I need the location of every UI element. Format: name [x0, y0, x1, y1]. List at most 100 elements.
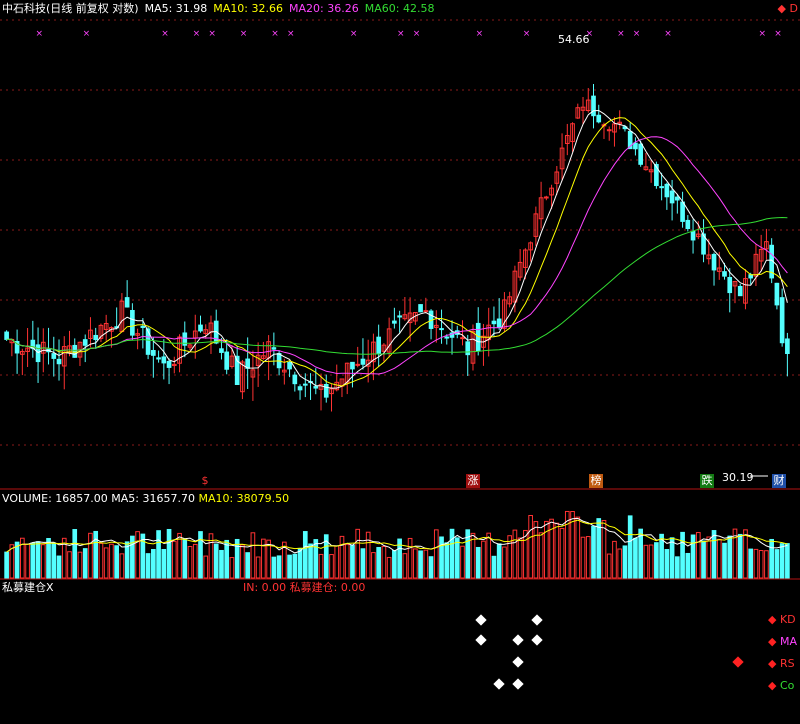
volume-bar: [88, 532, 93, 579]
volume-bar: [549, 518, 554, 579]
ma10-line: [6, 117, 788, 387]
volume-bar: [743, 529, 748, 579]
volume-bar: [276, 555, 282, 579]
tag-cai[interactable]: 财: [772, 474, 786, 488]
stock-chart[interactable]: × × × × × × × × × × × × × × × × × × ×: [0, 0, 800, 724]
volume-bar: [77, 551, 83, 579]
candle-body: [271, 347, 277, 350]
volume-bar: [339, 535, 345, 579]
candle-body: [156, 357, 161, 360]
legend-item[interactable]: ◆ MA: [768, 635, 797, 648]
low-price-label: 30.19: [722, 471, 754, 484]
signal-diamond-icon: [512, 656, 524, 668]
signal-marker: ×: [617, 29, 625, 39]
volume-bar: [643, 544, 649, 579]
stock-title: 中石科技(日线 前复权 对数): [2, 2, 139, 15]
volume-bar: [690, 534, 696, 579]
volume-bar: [255, 556, 261, 579]
signal-diamond-icon: [475, 634, 487, 646]
signal-marker: ×: [476, 29, 484, 39]
candle-body: [93, 334, 99, 341]
volume-bar: [758, 550, 764, 579]
volume-bar: [486, 532, 492, 579]
legend-item[interactable]: ◆ KD: [768, 613, 796, 626]
volume-bar: [161, 548, 167, 579]
candle-body: [774, 282, 780, 306]
signal-diamond-icon: [512, 678, 524, 690]
candle-body: [680, 201, 685, 222]
volume-bar: [502, 546, 507, 579]
diamond-icon: ◆: [768, 613, 780, 626]
diamond-icon: ◆: [768, 679, 780, 692]
legend-item[interactable]: ◆ Co: [768, 679, 794, 692]
tag-bang[interactable]: 榜: [589, 474, 603, 488]
close-icon[interactable]: X: [46, 581, 54, 594]
volume-bar: [376, 546, 381, 579]
candle-body: [722, 271, 727, 277]
candle-body: [397, 315, 402, 318]
volume-bar: [381, 545, 387, 579]
volume-bar: [271, 556, 277, 579]
candle-body: [779, 297, 785, 344]
volume-bar: [533, 521, 539, 579]
ma20-line: [6, 136, 788, 375]
volume-bar: [103, 547, 109, 579]
volume-bar: [171, 540, 177, 579]
volume-bar: [402, 553, 408, 579]
candle-body: [376, 336, 381, 354]
candle-body: [460, 337, 465, 340]
volume-bar: [460, 545, 465, 579]
volume-bar: [203, 555, 209, 579]
tag-die[interactable]: 跌: [700, 474, 714, 488]
candle-body: [323, 384, 329, 398]
volume-bar: [177, 532, 182, 579]
candle-body: [198, 324, 203, 332]
signal-diamond-icon: [475, 614, 487, 626]
legend-label: KD: [779, 613, 796, 626]
diamond-icon: ◆: [768, 635, 780, 648]
signal-diamond-icon: [493, 678, 505, 690]
candle-body: [219, 348, 224, 353]
signal-marker: ×: [35, 29, 43, 39]
ma5-line: [6, 109, 788, 389]
candle-body: [596, 114, 602, 123]
high-price-label: 54.66: [558, 33, 590, 46]
volume-bar: [135, 531, 140, 579]
legend-item[interactable]: ◆ RS: [768, 657, 795, 670]
volume-bar: [716, 538, 722, 579]
tag-zhang[interactable]: 涨: [466, 474, 480, 488]
candle-body: [51, 353, 57, 359]
volume-bar: [302, 531, 308, 579]
volume-bar: [418, 550, 423, 579]
volume-bar: [35, 541, 41, 579]
volume-bar: [753, 548, 759, 579]
volume-bar: [675, 556, 680, 579]
volume-bar: [4, 551, 9, 579]
signal-marker: ×: [208, 29, 216, 39]
volume-bar: [124, 541, 130, 579]
signal-marker: ×: [774, 29, 782, 39]
signal-marker: ×: [240, 29, 248, 39]
ma5-readout: MA5: 31.98: [144, 2, 208, 15]
volume-bar: [25, 543, 30, 579]
signal-diamond-icon: [531, 614, 543, 626]
volume-bar: [82, 548, 88, 579]
volume-ma5-readout: MA5: 31657.70: [111, 492, 195, 505]
volume-bar: [423, 549, 429, 579]
indicator-name[interactable]: 私募建仓X: [2, 581, 54, 594]
volume-bar: [119, 553, 125, 579]
candle-body: [496, 318, 502, 328]
volume-bar: [392, 550, 397, 579]
right-marker[interactable]: ◆ D: [778, 2, 798, 15]
volume-bar: [617, 548, 623, 579]
volume-bar: [292, 553, 298, 579]
volume-bar: [46, 538, 51, 579]
candle-body: [633, 142, 638, 150]
candle-body: [664, 183, 670, 198]
signal-diamond-icon: [531, 634, 543, 646]
volume-bar: [695, 532, 701, 579]
volume-bar: [433, 529, 439, 579]
ma60-line: [6, 216, 788, 355]
volume-bar: [156, 530, 161, 579]
tag-dollar[interactable]: $: [198, 474, 212, 488]
